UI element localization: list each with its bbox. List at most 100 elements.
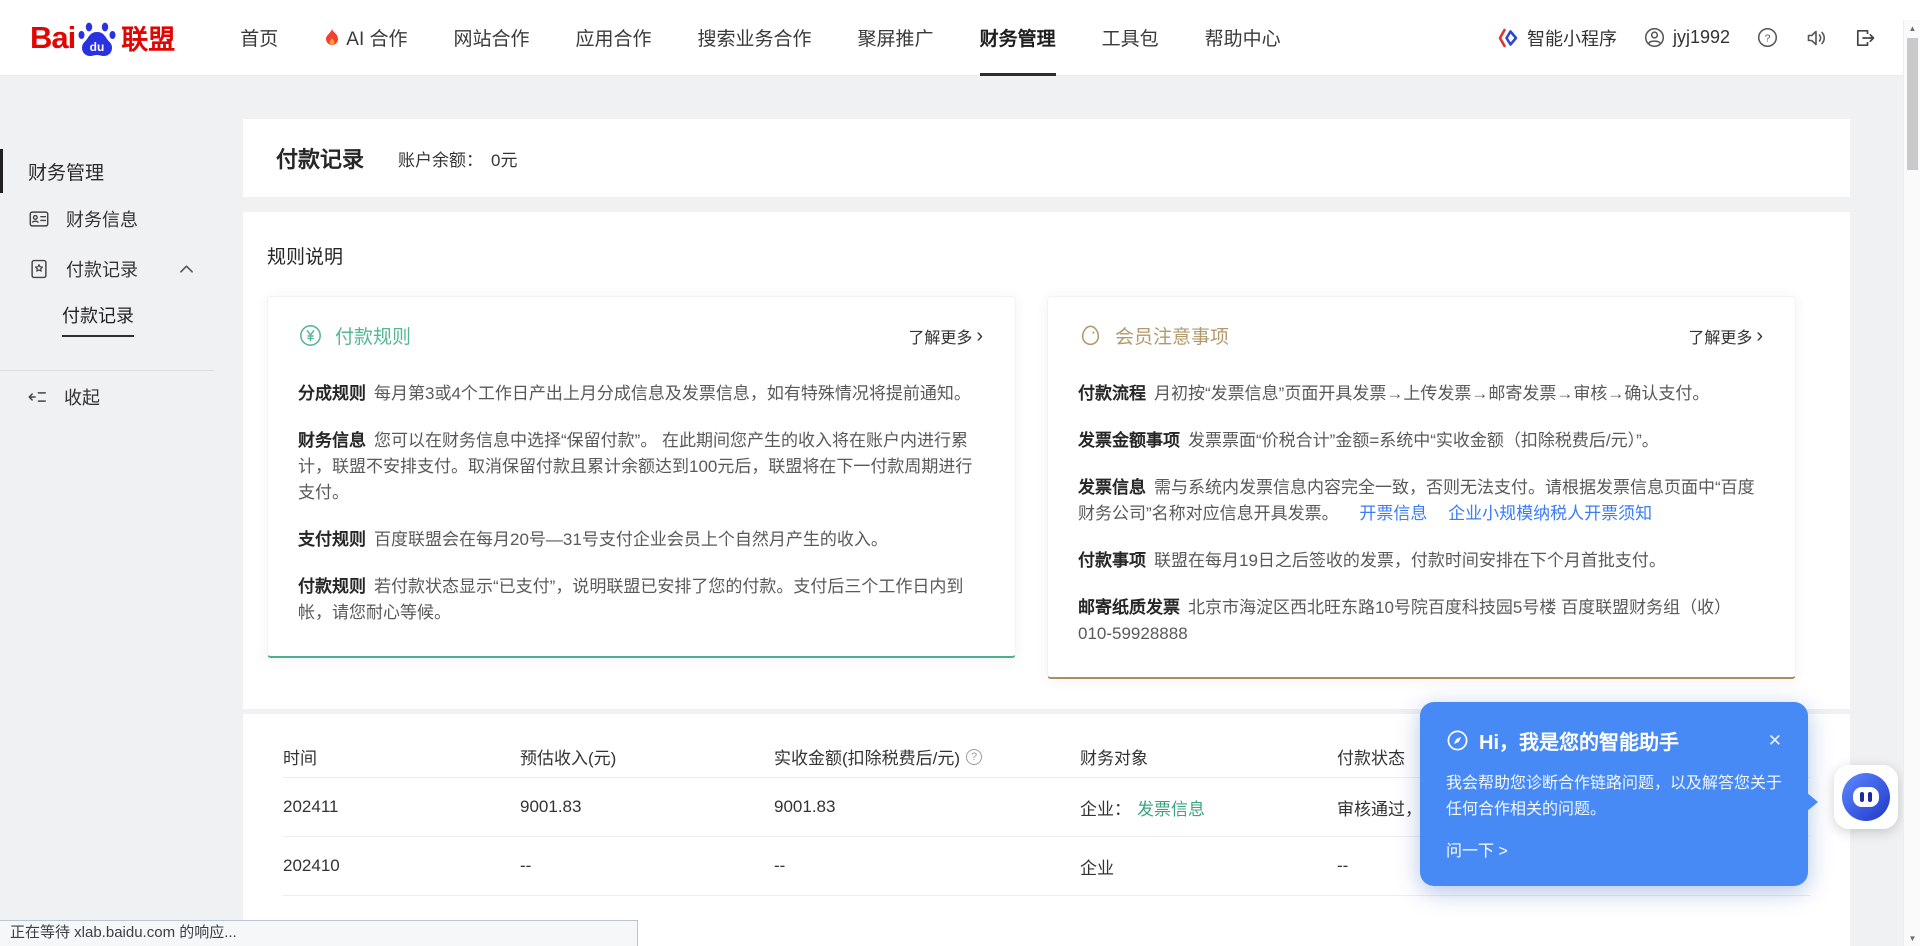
miniapp-diamond-icon: [1497, 27, 1519, 49]
rule-item: 付款事项联盟在每月19日之后签收的发票，付款时间安排在下个月首批支付。: [1078, 548, 1763, 574]
svg-text:du: du: [90, 40, 105, 54]
sidebar-item-payment-records[interactable]: 付款记录: [0, 244, 214, 294]
robot-icon: [1842, 773, 1890, 821]
page-header-card: 付款记录 账户余额： 0元: [243, 119, 1850, 197]
sidebar-subitem-label: 付款记录: [62, 302, 134, 337]
finance-object-prefix: 企业: [1080, 854, 1114, 879]
rule-item: 付款流程月初按“发票信息”页面开具发票→上传发票→邮寄发票→审核→确认支付。: [1078, 381, 1763, 407]
rule-item: 付款规则若付款状态显示“已支付”，说明联盟已安排了您的付款。支付后三个工作日内到…: [298, 574, 983, 626]
nav-item-help-center[interactable]: 帮助中心: [1205, 0, 1281, 76]
scroll-down-arrow[interactable]: ▼: [1904, 930, 1920, 946]
browser-status-bubble: 正在等待 xlab.baidu.com 的响应...: [0, 920, 638, 946]
member-notices-more-link[interactable]: 了解更多›: [1688, 324, 1763, 348]
cell-actual: --: [774, 856, 1080, 876]
baidu-paw-icon: du: [77, 18, 117, 58]
small-taxpayer-guide-link[interactable]: 企业小规模纳税人开票须知: [1448, 504, 1652, 523]
user-icon: [1644, 27, 1665, 48]
nav-item-screen-promo[interactable]: 聚屏推广: [858, 0, 934, 76]
cell-finance-object: 企业: [1080, 854, 1337, 879]
chevron-up-icon[interactable]: [179, 264, 194, 274]
compass-icon: [1446, 729, 1469, 752]
logout-icon[interactable]: [1854, 27, 1876, 49]
close-icon[interactable]: ✕: [1768, 731, 1782, 751]
more-label: 了解更多: [1688, 324, 1752, 348]
main-nav: 首页 AI 合作 网站合作 应用合作 搜索业务合作 聚屏推广 财务管理 工具包 …: [217, 0, 1303, 76]
user-account[interactable]: jyj1992: [1644, 27, 1730, 48]
cell-estimated: --: [520, 856, 774, 876]
sidebar-item-finance-info[interactable]: 财务信息: [0, 194, 214, 244]
nav-item-search-biz[interactable]: 搜索业务合作: [698, 0, 812, 76]
member-notices-card: 会员注意事项 了解更多› 付款流程月初按“发票信息”页面开具发票→上传发票→邮寄…: [1047, 296, 1796, 679]
sidebar-subitem-payment-records[interactable]: 付款记录: [0, 294, 214, 344]
invoice-info-link[interactable]: 开票信息: [1359, 504, 1427, 523]
help-icon[interactable]: ?: [1757, 27, 1778, 48]
sound-icon[interactable]: [1805, 27, 1827, 49]
cell-finance-object: 企业： 发票信息: [1080, 795, 1337, 820]
baidu-union-logo[interactable]: Bai du 联盟: [30, 18, 175, 58]
assistant-message: 我会帮助您诊断合作链路问题，以及解答您关于任何合作相关的问题。: [1446, 771, 1782, 823]
payment-rules-title: 付款规则: [335, 322, 411, 349]
vertical-scrollbar[interactable]: ▲ ▼: [1903, 20, 1920, 946]
nav-item-home[interactable]: 首页: [240, 0, 278, 76]
egg-icon: [1078, 323, 1103, 348]
payment-rules-more-link[interactable]: 了解更多›: [908, 324, 983, 348]
more-label: 了解更多: [908, 324, 972, 348]
rule-item: 支付规则百度联盟会在每月20号—31号支付企业会员上个自然月产生的收入。: [298, 527, 983, 553]
finance-object-prefix: 企业：: [1080, 795, 1131, 820]
svg-text:?: ?: [1765, 32, 1771, 44]
cell-time: 202410: [283, 856, 520, 876]
sidebar-collapse-button[interactable]: 收起: [0, 371, 214, 423]
nav-item-ai[interactable]: AI 合作: [324, 0, 407, 76]
sidebar: 财务管理 财务信息 付款记录 付款记录 收起: [0, 76, 214, 946]
assistant-title: Hi，我是您的智能助手: [1479, 726, 1679, 755]
coin-icon: [298, 323, 323, 348]
assistant-ask-link[interactable]: 问一下 >: [1446, 837, 1782, 861]
cell-estimated: 9001.83: [520, 797, 774, 817]
rule-item: 邮寄纸质发票北京市海淀区西北旺东路10号院百度科技园5号楼 百度联盟财务组（收）…: [1078, 595, 1763, 647]
cell-time: 202411: [283, 797, 520, 817]
balance-value: 0元: [491, 151, 517, 170]
rule-item: 发票金额事项发票票面“价税合计”金额=系统中“实收金额（扣除税费后/元）”。: [1078, 428, 1763, 454]
nav-item-finance[interactable]: 财务管理: [980, 0, 1056, 76]
username-label: jyj1992: [1673, 27, 1730, 48]
sidebar-section-title: 财务管理: [0, 148, 214, 194]
scrollbar-thumb[interactable]: [1907, 38, 1918, 170]
chevron-right-icon: ›: [1756, 326, 1763, 346]
assistant-float-button[interactable]: [1834, 765, 1898, 829]
rules-section-title: 规则说明: [267, 242, 1826, 269]
page-title: 付款记录: [276, 142, 364, 174]
col-header-actual-amount: 实收金额(扣除税费后/元): [774, 744, 1080, 769]
logo-text-bai: Bai: [30, 20, 75, 56]
miniapp-label: 智能小程序: [1527, 25, 1617, 51]
invoice-info-table-link[interactable]: 发票信息: [1137, 795, 1205, 820]
logo-text-union: 联盟: [121, 18, 175, 57]
rule-item: 分成规则每月第3或4个工作日产出上月分成信息及发票信息，如有特殊情况将提前通知。: [298, 381, 983, 407]
nav-item-ai-label: AI 合作: [346, 24, 407, 51]
sidebar-collapse-label: 收起: [64, 384, 100, 410]
col-header-actual-amount-label: 实收金额(扣除税费后/元): [774, 744, 960, 769]
status-text: 正在等待 xlab.baidu.com 的响应...: [10, 924, 237, 941]
smart-miniapp-entry[interactable]: 智能小程序: [1497, 25, 1617, 51]
col-header-estimated-income: 预估收入(元): [520, 744, 774, 769]
assistant-popup: Hi，我是您的智能助手 ✕ 我会帮助您诊断合作链路问题，以及解答您关于任何合作相…: [1420, 702, 1808, 886]
nav-item-app[interactable]: 应用合作: [576, 0, 652, 76]
rule-item: 财务信息您可以在财务信息中选择“保留付款”。 在此期间您产生的收入将在账户内进行…: [298, 428, 983, 506]
payment-rules-card: 付款规则 了解更多› 分成规则每月第3或4个工作日产出上月分成信息及发票信息，如…: [267, 296, 1016, 658]
collapse-icon: [26, 386, 48, 408]
cell-actual: 9001.83: [774, 797, 1080, 817]
sidebar-item-finance-info-label: 财务信息: [66, 206, 194, 232]
nav-item-toolkit[interactable]: 工具包: [1102, 0, 1159, 76]
sidebar-item-payment-records-label: 付款记录: [66, 256, 163, 282]
col-header-finance-object: 财务对象: [1080, 744, 1337, 769]
id-card-icon: [28, 208, 50, 230]
balance-label: 账户余额：: [398, 151, 483, 170]
top-nav: Bai du 联盟 首页 AI 合作 网站合作 应用合作 搜索业务合作 聚屏推广…: [0, 0, 1920, 76]
scroll-up-arrow[interactable]: ▲: [1904, 20, 1920, 36]
rules-section: 规则说明 付款规则 了解更多› 分成规则每月第3或4个工作日产出上月分成信息及发…: [243, 212, 1850, 709]
flame-icon: [324, 28, 340, 48]
rule-item: 发票信息需与系统内发票信息内容完全一致，否则无法支付。请根据发票信息页面中“百度…: [1078, 475, 1763, 527]
member-notices-title: 会员注意事项: [1115, 322, 1229, 349]
info-icon[interactable]: [966, 749, 982, 765]
nav-item-website[interactable]: 网站合作: [454, 0, 530, 76]
col-header-time: 时间: [283, 744, 520, 769]
